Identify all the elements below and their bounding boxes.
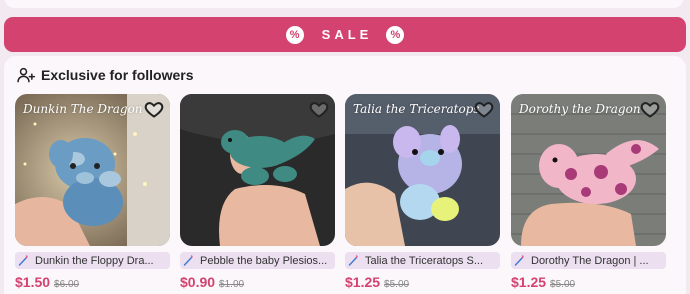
crochet-hook-icon — [18, 254, 28, 266]
product-price: $1.25 — [345, 274, 381, 290]
section-title: Exclusive for followers — [41, 67, 194, 83]
product-original-price: $1.00 — [219, 279, 245, 290]
product-title-row[interactable]: Dorothy The Dragon | ... — [511, 252, 666, 269]
product-title: Dunkin the Floppy Dra... — [35, 254, 154, 267]
product-title-row[interactable]: Talia the Triceratops S... — [345, 252, 500, 269]
price-row: $0.90 $1.00 — [180, 274, 335, 290]
price-row: $1.25 $5.00 — [511, 274, 666, 290]
crochet-hook-icon — [183, 254, 193, 266]
heart-icon[interactable] — [640, 99, 660, 119]
heart-icon[interactable] — [474, 99, 494, 119]
followers-section: Exclusive for followers Dunkin The Drago… — [4, 56, 686, 294]
product-title: Talia the Triceratops S... — [365, 254, 483, 267]
product-image[interactable]: Dunkin The Dragon — [15, 94, 170, 246]
product-title-row[interactable]: Dunkin the Floppy Dra... — [15, 252, 170, 269]
heart-icon[interactable] — [309, 99, 329, 119]
percent-badge-icon: % — [285, 25, 304, 44]
product-original-price: $5.00 — [550, 279, 576, 290]
crochet-hook-icon — [348, 254, 358, 266]
sale-label: SALE — [321, 27, 373, 42]
product-title-row[interactable]: Pebble the baby Plesios... — [180, 252, 335, 269]
image-caption: Dorothy the Dragon — [519, 102, 641, 116]
product-title: Dorothy The Dragon | ... — [531, 254, 649, 267]
product-image[interactable]: Talia the Triceratops — [345, 94, 500, 246]
heart-icon[interactable] — [144, 99, 164, 119]
product-card[interactable]: Dorothy the Dragon Dorothy The Dragon | … — [511, 94, 666, 290]
section-header: Exclusive for followers — [16, 65, 194, 85]
product-image[interactable] — [180, 94, 335, 246]
percent-badge-icon: % — [386, 25, 405, 44]
product-price: $0.90 — [180, 274, 216, 290]
product-original-price: $5.00 — [384, 279, 410, 290]
image-caption: Talia the Triceratops — [353, 102, 480, 116]
previous-section-card — [4, 0, 684, 8]
product-title: Pebble the baby Plesios... — [200, 254, 328, 267]
product-price: $1.50 — [15, 274, 51, 290]
product-price: $1.25 — [511, 274, 547, 290]
image-caption: Dunkin The Dragon — [23, 102, 143, 116]
price-row: $1.25 $5.00 — [345, 274, 500, 290]
product-original-price: $6.00 — [54, 279, 80, 290]
product-image[interactable]: Dorothy the Dragon — [511, 94, 666, 246]
price-row: $1.50 $6.00 — [15, 274, 170, 290]
user-plus-icon — [17, 67, 36, 83]
sale-banner[interactable]: % SALE % — [4, 17, 686, 52]
product-card[interactable]: Talia the Triceratops Talia the Tricerat… — [345, 94, 500, 290]
crochet-hook-icon — [514, 254, 524, 266]
product-card[interactable]: Dunkin The Dragon Dunkin the Floppy Dra.… — [15, 94, 170, 290]
product-card[interactable]: Pebble the baby Plesios... $0.90 $1.00 — [180, 94, 335, 290]
